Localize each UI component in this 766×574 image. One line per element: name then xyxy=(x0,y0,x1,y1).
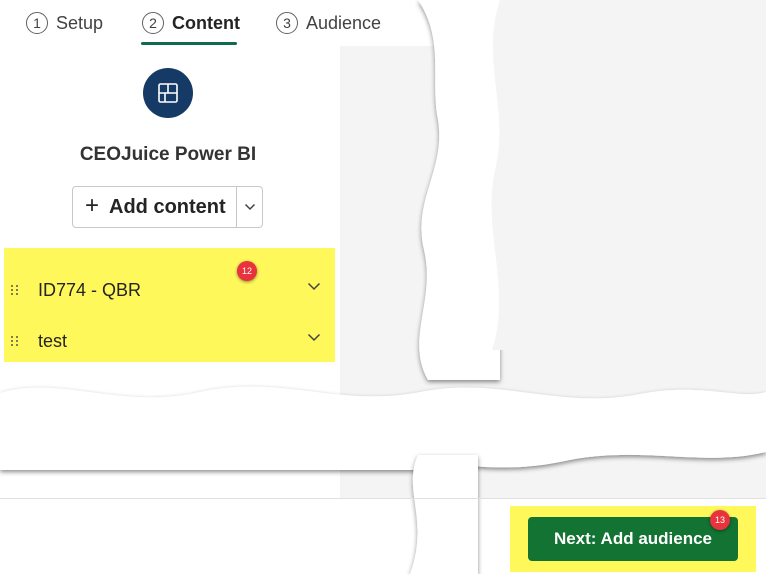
active-step-indicator xyxy=(141,42,237,45)
content-item-label: test xyxy=(38,330,68,351)
step-number: 1 xyxy=(26,12,48,34)
step-badge: 12 xyxy=(237,261,257,281)
step-badge: 13 xyxy=(710,510,730,530)
add-content-label: Add content xyxy=(109,195,226,218)
step-label: Setup xyxy=(56,12,104,33)
step-audience[interactable]: 3 Audience xyxy=(276,9,381,37)
canvas-area-lower xyxy=(340,450,766,498)
content-list: ID774 - QBR test 12 xyxy=(4,248,335,362)
plus-icon: + xyxy=(85,192,100,219)
layout-grid-icon xyxy=(143,68,193,118)
wizard-stepper: 1 Setup 2 Content 3 Audience xyxy=(0,0,420,46)
step-setup[interactable]: 1 Setup xyxy=(26,9,103,37)
chevron-down-icon[interactable] xyxy=(307,282,321,291)
footer-divider xyxy=(0,498,766,499)
step-number: 3 xyxy=(276,12,298,34)
step-label: Content xyxy=(172,12,240,33)
step-label: Audience xyxy=(306,12,382,33)
content-item[interactable]: test xyxy=(4,316,335,366)
drag-handle-icon[interactable] xyxy=(11,336,19,346)
canvas-area xyxy=(340,46,766,410)
next-add-audience-button[interactable]: Next: Add audience xyxy=(528,517,738,561)
add-content-split-button: + Add content xyxy=(72,186,263,228)
chevron-down-icon xyxy=(244,203,255,211)
content-pane: CEOJuice Power BI + Add content ID774 - … xyxy=(0,46,340,410)
add-content-dropdown[interactable] xyxy=(236,187,262,227)
drag-handle-icon[interactable] xyxy=(11,285,19,295)
content-item-label: ID774 - QBR xyxy=(38,279,142,300)
step-content[interactable]: 2 Content xyxy=(142,9,240,37)
add-content-button[interactable]: + Add content xyxy=(73,187,236,227)
app-title: CEOJuice Power BI xyxy=(79,144,257,165)
content-item[interactable]: ID774 - QBR xyxy=(4,265,335,315)
chevron-down-icon[interactable] xyxy=(307,333,321,342)
step-number: 2 xyxy=(142,12,164,34)
